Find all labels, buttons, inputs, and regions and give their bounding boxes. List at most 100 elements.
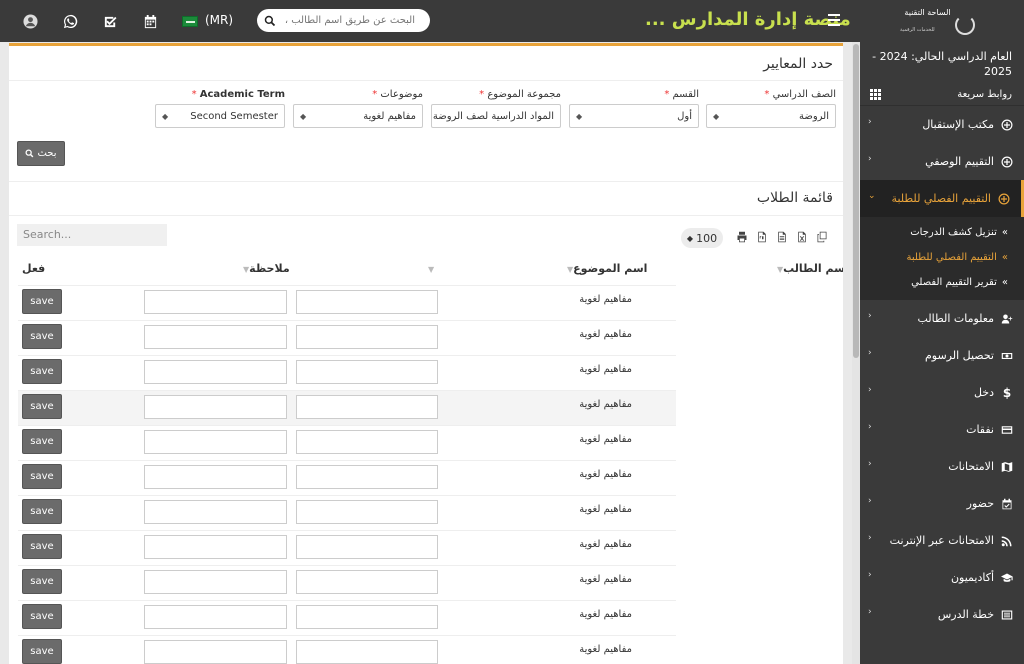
currency-label[interactable]: (MR) <box>205 13 233 27</box>
grade-input[interactable] <box>296 325 438 349</box>
print-icon[interactable] <box>734 229 749 244</box>
section-select[interactable]: أول ◆ <box>569 104 699 128</box>
note-input[interactable] <box>144 430 287 454</box>
note-input[interactable] <box>144 395 287 419</box>
page-scrollbar[interactable] <box>852 42 860 664</box>
excel-icon[interactable] <box>794 229 809 244</box>
grade-input[interactable] <box>296 500 438 524</box>
filter-academic-term-label: Academic Term <box>199 89 285 100</box>
sidebar-item-expenses[interactable]: نفقات ‹ <box>860 411 1024 448</box>
subjects-select[interactable]: مفاهيم لغوية ◆ <box>293 104 423 128</box>
tasks-check-icon[interactable] <box>90 10 130 32</box>
search-icon[interactable] <box>257 11 283 31</box>
submenu-item-term-report[interactable]: » تقرير التقييم الفصلي <box>860 270 1024 295</box>
grade-input[interactable] <box>296 535 438 559</box>
note-input[interactable] <box>144 290 287 314</box>
app-title: منصة إدارة المدارس ... <box>645 9 851 30</box>
grade-input[interactable] <box>296 605 438 629</box>
quick-links[interactable]: روابط سريعة <box>860 84 1024 106</box>
save-button[interactable]: save <box>22 429 62 454</box>
double-chevron-icon: » <box>1001 227 1008 238</box>
students-list-title: قائمة الطلاب <box>9 181 843 216</box>
note-input[interactable] <box>144 360 287 384</box>
save-button[interactable]: save <box>22 499 62 524</box>
save-button[interactable]: save <box>22 359 62 384</box>
save-button[interactable]: save <box>22 394 62 419</box>
sidebar-item-student-info[interactable]: معلومات الطالب ‹ <box>860 300 1024 337</box>
grade-input[interactable] <box>296 640 438 664</box>
sidebar-item-attendance[interactable]: حضور ‹ <box>860 485 1024 522</box>
graduation-cap-icon <box>1000 571 1014 585</box>
sidebar-menu: مكتب الإستقبال ‹ التقييم الوصفي ‹ التقيي… <box>860 106 1024 633</box>
chevron-left-icon: ‹ <box>868 154 872 164</box>
note-input[interactable] <box>144 325 287 349</box>
whatsapp-icon[interactable] <box>50 10 90 32</box>
map-icon <box>1000 460 1014 474</box>
subject-cell: مفاهيم لغوية <box>579 294 632 305</box>
copy-icon[interactable] <box>814 229 829 244</box>
grade-input[interactable] <box>296 430 438 454</box>
select-arrow-icon: ◆ <box>713 111 720 121</box>
save-button[interactable]: save <box>22 324 62 349</box>
money-icon <box>1000 349 1014 363</box>
save-button[interactable]: save <box>22 639 62 664</box>
class-select[interactable]: الروضة ◆ <box>706 104 836 128</box>
grid-icon <box>870 89 881 100</box>
note-input[interactable] <box>144 640 287 664</box>
sidebar-item-descriptive-assessment[interactable]: التقييم الوصفي ‹ <box>860 143 1024 180</box>
calendar-icon[interactable] <box>130 10 170 32</box>
save-button[interactable]: save <box>22 569 62 594</box>
table-row: مفاهيم لغوية save <box>18 635 676 664</box>
table-search-input[interactable]: Search... <box>17 224 167 246</box>
grade-input[interactable] <box>296 570 438 594</box>
subject-cell: مفاهيم لغوية <box>579 609 632 620</box>
grade-input[interactable] <box>296 395 438 419</box>
scrollbar-thumb[interactable] <box>853 44 859 358</box>
grade-input[interactable] <box>296 290 438 314</box>
note-input[interactable] <box>144 500 287 524</box>
save-button[interactable]: save <box>22 534 62 559</box>
sidebar-item-fees[interactable]: تحصيل الرسوم ‹ <box>860 337 1024 374</box>
calendar-check-icon <box>1000 497 1014 511</box>
note-input[interactable] <box>144 570 287 594</box>
grade-input[interactable] <box>296 465 438 489</box>
save-button[interactable]: save <box>22 289 62 314</box>
save-button[interactable]: save <box>22 464 62 489</box>
sidebar-item-exams[interactable]: الامتحانات ‹ <box>860 448 1024 485</box>
note-input[interactable] <box>144 535 287 559</box>
criteria-search-button[interactable]: بحث <box>17 141 65 166</box>
note-input[interactable] <box>144 465 287 489</box>
grade-input[interactable] <box>296 360 438 384</box>
sidebar-item-academics[interactable]: أكاديميون ‹ <box>860 559 1024 596</box>
page-size-select[interactable]: ◆ 100 <box>681 228 723 248</box>
save-button[interactable]: save <box>22 604 62 629</box>
filter-subjects: موضوعات * مفاهيم لغوية ◆ <box>293 89 423 128</box>
academic-term-select[interactable]: ◆ Second Semester <box>155 104 285 128</box>
chevron-left-icon: ‹ <box>868 459 872 469</box>
submenu-item-download-marksheet[interactable]: » تنزيل كشف الدرجات <box>860 220 1024 245</box>
select-arrow-icon: ◆ <box>576 111 583 121</box>
logo[interactable]: الساحة التقنية للخدمات الرقمية <box>900 8 975 43</box>
sidebar-item-term-assessment[interactable]: التقييم الفصلي للطلبة ⌄ <box>860 180 1024 217</box>
user-avatar-icon[interactable] <box>10 10 50 32</box>
chevron-down-icon: ⌄ <box>868 191 876 201</box>
note-input[interactable] <box>144 605 287 629</box>
submenu-item-term-assessment[interactable]: » التقييم الفصلي للطلبة <box>860 245 1024 270</box>
menu-toggle-icon[interactable] <box>828 14 840 26</box>
logo-subtitle: للخدمات الرقمية <box>900 27 935 34</box>
filter-class: الصف الدراسي * الروضة ◆ <box>706 89 836 128</box>
filter-section-label: القسم <box>672 89 699 100</box>
chevron-left-icon: ‹ <box>868 348 872 358</box>
sidebar-item-online-exams[interactable]: الامتحانات عبر الإنترنت ‹ <box>860 522 1024 559</box>
sidebar-item-reception[interactable]: مكتب الإستقبال ‹ <box>860 106 1024 143</box>
student-search-input[interactable] <box>283 10 423 31</box>
language-flag-icon[interactable] <box>170 10 210 32</box>
global-search[interactable] <box>257 9 430 32</box>
sidebar-item-lesson-plan[interactable]: خطة الدرس ‹ <box>860 596 1024 633</box>
csv-icon[interactable] <box>774 229 789 244</box>
term-assessment-submenu: » تنزيل كشف الدرجات » التقييم الفصلي للطلب… <box>860 217 1024 300</box>
pdf-icon[interactable] <box>754 229 769 244</box>
sidebar-item-income[interactable]: $ دخل ‹ <box>860 374 1024 411</box>
subject-group-select[interactable]: المواد الدراسية لصف الروضة◆ <box>431 104 561 128</box>
saudi-flag-icon <box>182 15 198 27</box>
